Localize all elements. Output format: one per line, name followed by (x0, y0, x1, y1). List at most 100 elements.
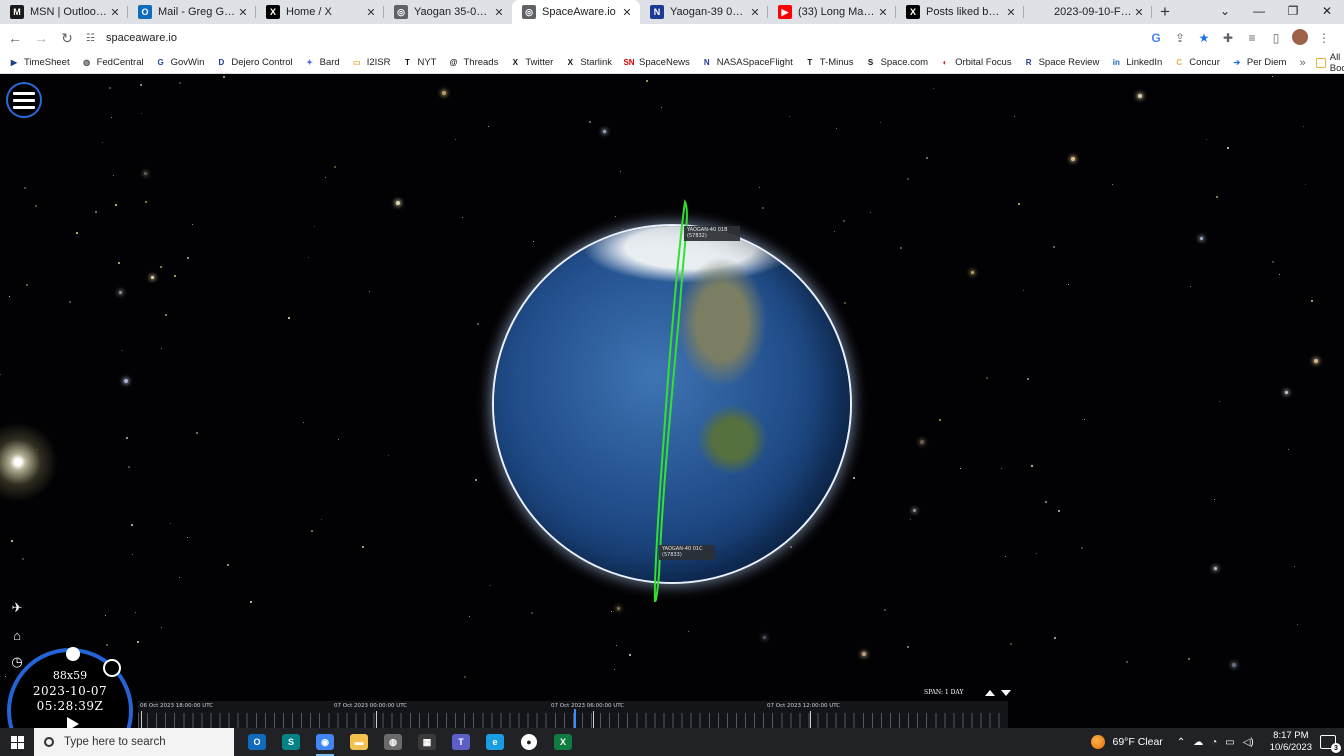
wifi-icon[interactable]: ◔ (1211, 737, 1217, 748)
satellite-label[interactable]: YAOGAN-40 01C (57833) (659, 545, 715, 560)
home-icon[interactable]: ⌂ (7, 625, 27, 645)
show-hidden-icons-chevron-icon[interactable]: ⌃ (1177, 737, 1185, 748)
bookmark-item[interactable]: ◍ FedCentral (81, 57, 144, 69)
bookmark-item[interactable]: in LinkedIn (1110, 57, 1162, 69)
bookmark-item[interactable]: SN SpaceNews (623, 57, 689, 69)
star (1288, 449, 1289, 450)
browser-tab[interactable]: ▶ (33) Long March-2D launch✕ (768, 0, 896, 24)
close-tab-icon[interactable]: ✕ (1132, 6, 1146, 19)
google-lens-icon[interactable]: G (1144, 31, 1168, 45)
browser-tab[interactable]: ◎ Yaogan 35-01A/B, 35-01C✕ (384, 0, 512, 24)
bookmark-item[interactable]: X Starlink (564, 57, 612, 69)
bookmark-item[interactable]: N NASASpaceFlight (701, 57, 793, 69)
timeline-major-tick (593, 711, 594, 728)
more-bookmarks-chevron-icon[interactable]: » (1299, 57, 1305, 69)
network-app-icon[interactable]: ◍ (376, 728, 410, 756)
minimize-button[interactable]: — (1242, 0, 1276, 22)
bookmark-item[interactable]: T NYT (401, 57, 436, 69)
timeline-current-marker[interactable] (574, 709, 576, 728)
outlook-app-icon[interactable]: O (240, 728, 274, 756)
browser-tab[interactable]: X Posts liked by Greg Gillinger✕ (896, 0, 1024, 24)
profile-avatar[interactable] (1288, 28, 1312, 48)
side-panel-icon[interactable]: ▯ (1264, 31, 1288, 45)
close-tab-icon[interactable]: ✕ (748, 6, 762, 19)
close-tab-icon[interactable]: ✕ (876, 6, 890, 19)
bookmark-item[interactable]: X Twitter (509, 57, 554, 69)
bookmark-item[interactable]: @ Threads (447, 57, 499, 69)
media-control-icon[interactable]: ≡ (1240, 31, 1264, 45)
volume-icon[interactable]: ◁) (1243, 737, 1254, 748)
earth-globe[interactable] (494, 226, 850, 582)
bookmark-star-icon[interactable]: ★ (1192, 31, 1216, 45)
browser-tab[interactable]: X Home / X ✕ (256, 0, 384, 24)
bookmark-item[interactable]: S Space.com (865, 57, 928, 69)
new-tab-button[interactable]: + (1152, 0, 1178, 24)
close-tab-icon[interactable]: ✕ (108, 6, 122, 19)
close-window-button[interactable]: ✕ (1310, 0, 1344, 22)
close-tab-icon[interactable]: ✕ (620, 6, 634, 19)
star (870, 212, 871, 213)
close-tab-icon[interactable]: ✕ (236, 6, 250, 19)
back-button[interactable]: ← (4, 27, 26, 49)
time-dial-handle[interactable] (66, 647, 80, 661)
bookmark-item[interactable]: G GovWin (155, 57, 205, 69)
bookmark-item[interactable]: ▶ TimeSheet (8, 57, 70, 69)
star (0, 374, 1, 375)
edge-app-icon[interactable]: e (478, 728, 512, 756)
bookmark-label: GovWin (170, 57, 205, 68)
satellite-icon[interactable]: ✈ (7, 598, 27, 618)
close-tab-icon[interactable]: ✕ (1004, 6, 1018, 19)
span-decrease-icon[interactable] (1001, 689, 1012, 696)
calculator-app-icon[interactable]: ▦ (410, 728, 444, 756)
taskbar-search[interactable]: Type here to search (34, 728, 234, 756)
star (1216, 196, 1218, 198)
taskbar-clock[interactable]: 8:17 PM 10/6/2023 (1270, 730, 1312, 754)
chrome-app-icon[interactable]: ◉ (308, 728, 342, 756)
bookmark-item[interactable]: R Space Review (1023, 57, 1100, 69)
satellite-label[interactable]: YAOGAN-40 01B (57832) (684, 226, 740, 241)
bookmark-item[interactable]: ◐ Orbital Focus (939, 57, 1012, 69)
start-button[interactable] (0, 728, 34, 756)
chrome-menu-icon[interactable]: ⋮ (1312, 31, 1336, 45)
battery-icon[interactable]: ▭ (1225, 737, 1234, 748)
media-app-icon[interactable]: ● (512, 728, 546, 756)
browser-tab[interactable]: N Yaogan-39 03A~C - Gunter✕ (640, 0, 768, 24)
close-tab-icon[interactable]: ✕ (364, 6, 378, 19)
tab-title: Home / X (286, 6, 332, 18)
bookmark-item[interactable]: T T-Minus (804, 57, 853, 69)
extensions-icon[interactable]: ✚ (1216, 31, 1240, 45)
onedrive-icon[interactable]: ☁ (1193, 737, 1203, 748)
spaceaware-viewport[interactable]: YAOGAN-40 01B (57832) YAOGAN-40 01C (578… (0, 75, 1344, 728)
app-glyph: S (282, 734, 300, 750)
main-menu-button[interactable] (6, 82, 42, 118)
restore-button[interactable]: ❐ (1276, 0, 1310, 22)
sharepoint-app-icon[interactable]: S (274, 728, 308, 756)
browser-tab[interactable]: O Mail - Greg Gillinger - Outlook✕ (128, 0, 256, 24)
star (1305, 184, 1306, 185)
share-icon[interactable]: ⇪ (1168, 31, 1192, 45)
bookmark-item[interactable]: D Dejero Control (215, 57, 293, 69)
tab-search-icon[interactable]: ⌄ (1208, 0, 1242, 22)
reload-button[interactable]: ↻ (56, 27, 78, 49)
bookmark-item[interactable]: C Concur (1173, 57, 1220, 69)
teams-app-icon[interactable]: T (444, 728, 478, 756)
bookmark-item[interactable]: ✦ Bard (304, 57, 339, 69)
weather-widget[interactable]: 69°F Clear (1090, 735, 1163, 749)
bookmark-item[interactable]: ➔ Per Diem (1231, 57, 1287, 69)
file-explorer-app-icon[interactable]: ▬ (342, 728, 376, 756)
excel-app-icon[interactable]: X (546, 728, 580, 756)
address-bar[interactable]: ☷ spaceaware.io (86, 27, 1144, 49)
site-info-icon[interactable]: ☷ (86, 33, 100, 44)
bookmark-item[interactable]: ▭ I2ISR (351, 57, 391, 69)
app-glyph: T (452, 734, 470, 750)
play-icon[interactable] (67, 717, 79, 728)
all-bookmarks-folder[interactable]: All Bookmarks (1315, 52, 1344, 74)
notifications-icon[interactable]: 3 (1320, 735, 1341, 753)
forward-button[interactable]: → (30, 27, 52, 49)
timeline-bar[interactable]: 06 Oct 2023 18:00:00 UTC 07 Oct 2023 00:… (138, 701, 1008, 728)
browser-tab[interactable]: M MSN | Outlook, Office, Word✕ (0, 0, 128, 24)
browser-tab[interactable]: 2023-09-10-Final-Front✕ (1024, 0, 1152, 24)
browser-tab[interactable]: ◎ SpaceAware.io ✕ (512, 0, 640, 24)
span-increase-icon[interactable] (985, 689, 996, 696)
close-tab-icon[interactable]: ✕ (492, 6, 506, 19)
